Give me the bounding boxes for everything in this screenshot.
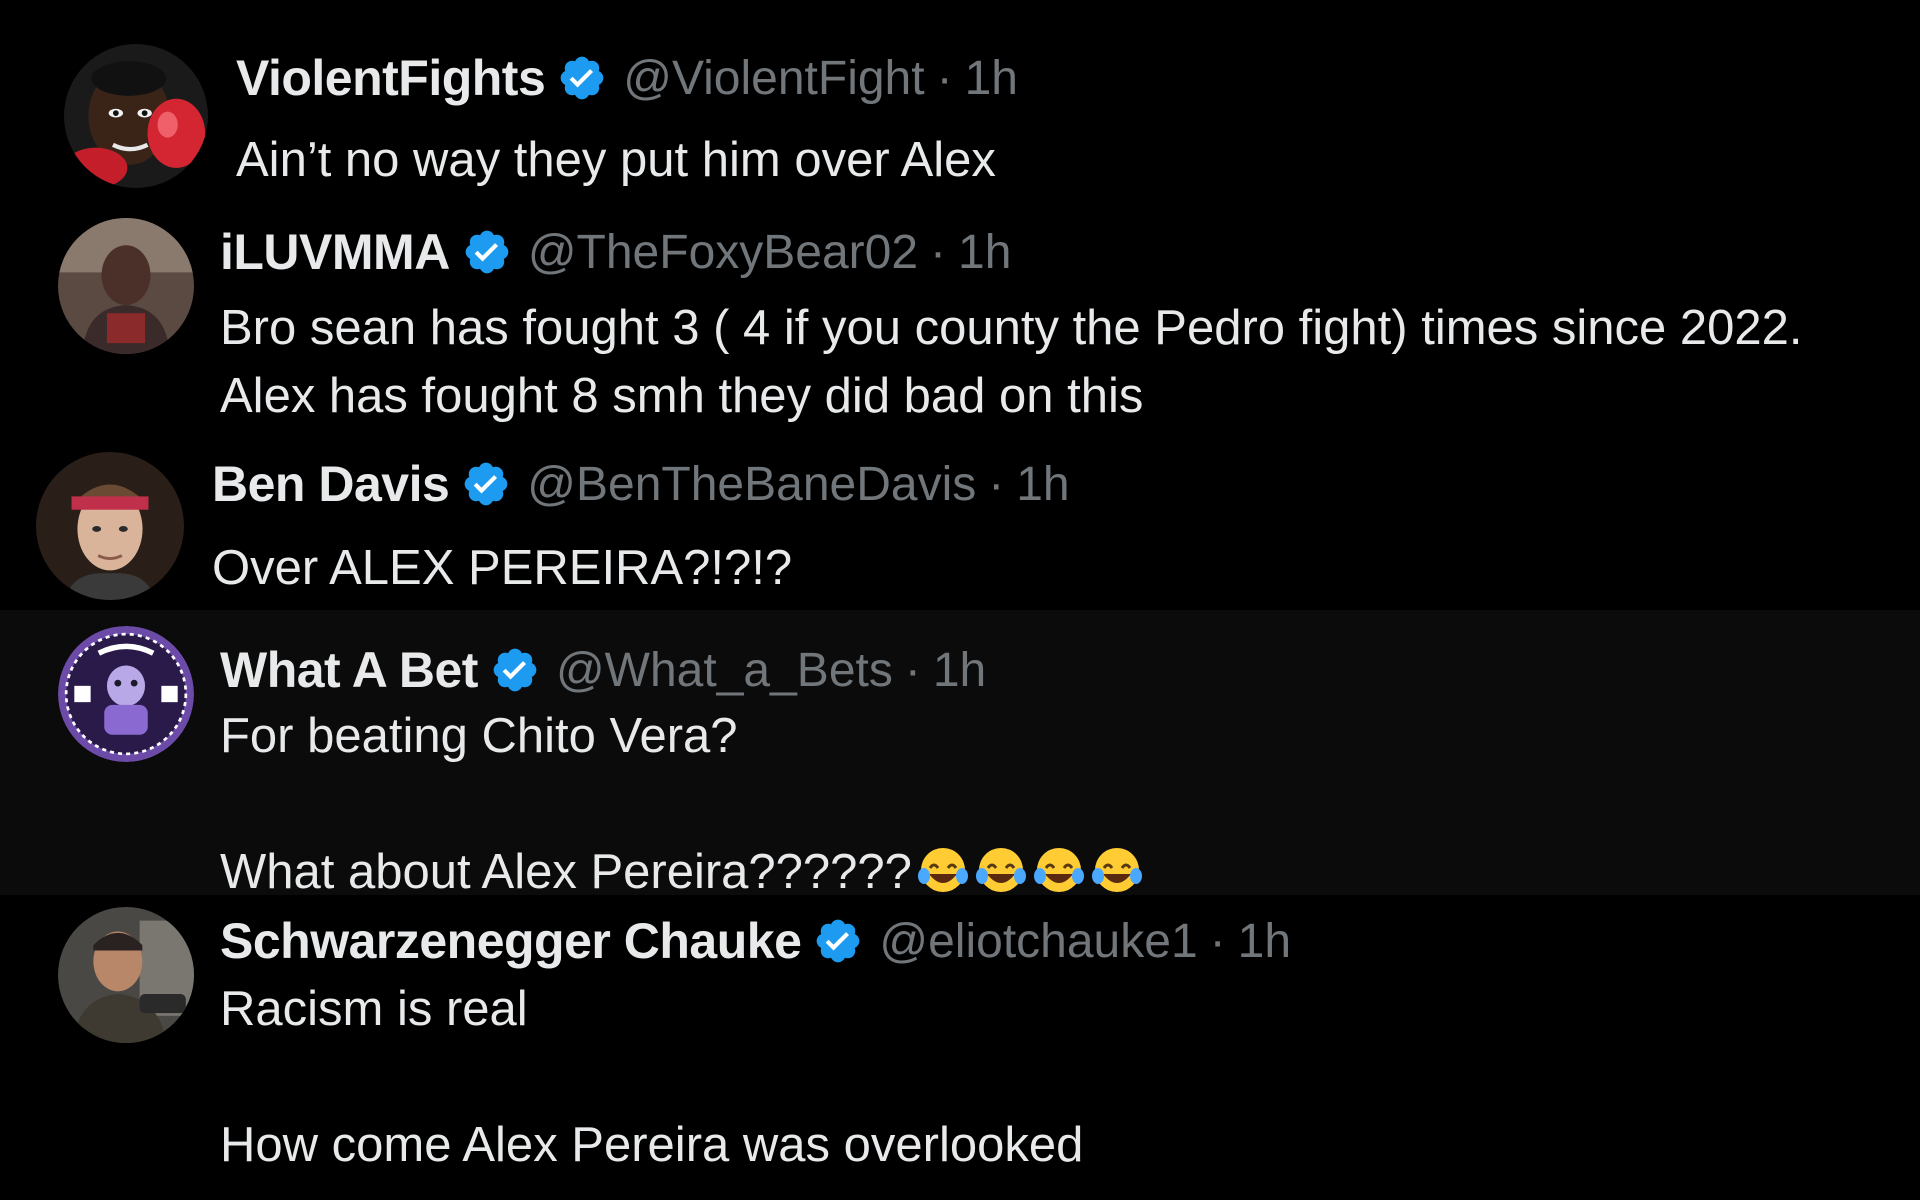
text-line: What about Alex Pereira??????: [220, 845, 912, 895]
display-name[interactable]: Schwarzenegger Chauke: [220, 912, 802, 970]
separator: ·: [930, 225, 947, 279]
text-line: Over ALEX PEREIRA?!?!?: [212, 541, 793, 595]
timestamp[interactable]: 1h: [1238, 914, 1291, 969]
display-name[interactable]: ViolentFights: [236, 49, 546, 107]
text-line: Racism is real: [220, 982, 528, 1036]
boxer-avatar-icon: [64, 44, 208, 188]
user-handle[interactable]: @eliotchauke1: [879, 914, 1197, 969]
text-line: Ain’t no way they put him over Alex: [236, 133, 996, 187]
verified-badge-icon: [461, 459, 511, 509]
user-handle[interactable]: @BenTheBaneDavis: [527, 457, 976, 512]
avatar[interactable]: [58, 218, 194, 354]
verified-badge-icon: [462, 227, 512, 277]
person-avatar-icon: [58, 218, 194, 354]
laughing-emoji-icon: [974, 846, 1028, 894]
reply-item[interactable]: Schwarzenegger Chauke @eliotchauke1 · 1h…: [0, 895, 1920, 1200]
avatar[interactable]: [58, 626, 194, 762]
reply-text: Bro sean has fought 3 ( 4 if you county …: [220, 294, 1803, 428]
reply-header: What A Bet @What_a_Bets · 1h: [220, 640, 986, 700]
reply-header: Schwarzenegger Chauke @eliotchauke1 · 1h: [220, 911, 1291, 971]
reply-text: Over ALEX PEREIRA?!?!?: [212, 534, 792, 602]
reply-item[interactable]: ViolentFights @ViolentFight · 1h Ain’t n…: [0, 0, 1920, 200]
person-headband-avatar-icon: [36, 452, 184, 600]
reply-header: Ben Davis @BenTheBaneDavis · 1h: [212, 454, 1070, 514]
separator: ·: [1209, 914, 1226, 968]
user-handle[interactable]: @ViolentFight: [623, 51, 924, 106]
reply-header: iLUVMMA @TheFoxyBear02 · 1h: [220, 222, 1011, 282]
display-name[interactable]: Ben Davis: [212, 455, 450, 513]
text-line: Bro sean has fought 3 ( 4 if you county …: [220, 301, 1803, 355]
separator: ·: [936, 51, 953, 105]
user-handle[interactable]: @TheFoxyBear02: [528, 225, 918, 280]
text-line: How come Alex Pereira was overlooked: [220, 1118, 1084, 1172]
person-avatar-icon: [58, 907, 194, 1043]
timestamp[interactable]: 1h: [933, 643, 986, 698]
reply-header: ViolentFights @ViolentFight · 1h: [236, 48, 1018, 108]
avatar[interactable]: [36, 452, 184, 600]
display-name[interactable]: iLUVMMA: [220, 223, 450, 281]
what-a-bets-logo-icon: [58, 626, 194, 762]
reply-text: Racism is real How come Alex Pereira was…: [220, 975, 1083, 1179]
laughing-emoji-icon: [1032, 846, 1086, 894]
user-handle[interactable]: @What_a_Bets: [556, 643, 893, 698]
reply-item[interactable]: iLUVMMA @TheFoxyBear02 · 1h Bro sean has…: [0, 200, 1920, 428]
timestamp[interactable]: 1h: [965, 51, 1018, 106]
display-name[interactable]: What A Bet: [220, 641, 478, 699]
timestamp[interactable]: 1h: [958, 225, 1011, 280]
reply-item[interactable]: What A Bet @What_a_Bets · 1h For beating…: [0, 610, 1920, 895]
avatar[interactable]: [64, 44, 208, 188]
separator: ·: [904, 643, 921, 697]
verified-badge-icon: [813, 916, 863, 966]
text-line: For beating Chito Vera?: [220, 709, 738, 763]
reply-item[interactable]: Ben Davis @BenTheBaneDavis · 1h Over ALE…: [0, 428, 1920, 610]
avatar[interactable]: [58, 907, 194, 1043]
laughing-emoji-icon: [1090, 846, 1144, 894]
laughing-emoji-icon: [916, 846, 970, 894]
verified-badge-icon: [557, 53, 607, 103]
text-line: Alex has fought 8 smh they did bad on th…: [220, 369, 1144, 423]
reply-text: For beating Chito Vera? What about Alex …: [220, 702, 1144, 895]
timestamp[interactable]: 1h: [1016, 457, 1069, 512]
separator: ·: [988, 457, 1005, 511]
verified-badge-icon: [490, 645, 540, 695]
reply-text: Ain’t no way they put him over Alex: [236, 126, 996, 194]
